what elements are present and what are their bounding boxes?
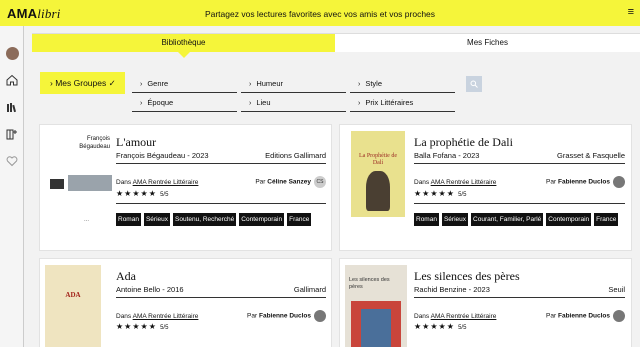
- book-author-year: Rachid Benzine - 2023: [414, 285, 490, 294]
- book-card[interactable]: ADA Ada Antoine Bello - 2016 Gallimard D…: [39, 258, 332, 347]
- filter-genre[interactable]: › Genre: [132, 77, 237, 93]
- reviewer-avatar: CS: [314, 176, 326, 188]
- reviewer-avatar: [613, 310, 625, 322]
- group-link[interactable]: AMA Rentrée Littéraire: [133, 313, 199, 320]
- tag[interactable]: France: [594, 213, 619, 226]
- book-publisher: Seuil: [608, 285, 625, 294]
- tab-bibliotheque[interactable]: Bibliothèque: [32, 34, 335, 52]
- divider: [414, 163, 625, 164]
- tag-list: Roman Sérieux Courant, Familier, Parlé C…: [414, 213, 627, 226]
- tag[interactable]: Sérieux: [143, 213, 171, 226]
- book-cover: ADA: [45, 265, 101, 347]
- tag[interactable]: France: [287, 213, 312, 226]
- mes-groupes-button[interactable]: › Mes Groupes ✓: [40, 72, 125, 94]
- book-card[interactable]: Les silences des pères Les silences des …: [339, 258, 632, 347]
- library-icon[interactable]: [5, 100, 19, 114]
- book-publisher: Editions Gallimard: [265, 151, 326, 160]
- sidebar: [0, 26, 24, 347]
- reviewer-avatar: [314, 310, 326, 322]
- book-cover: Les silences des pères: [345, 265, 407, 347]
- group-link[interactable]: AMA Rentrée Littéraire: [431, 313, 497, 320]
- tag[interactable]: Roman: [116, 213, 141, 226]
- book-cover: La Prophétie de Dalí: [351, 131, 405, 217]
- search-icon: [470, 80, 478, 88]
- home-icon[interactable]: [5, 73, 19, 87]
- chevron-down-icon: ✓: [108, 78, 116, 88]
- book-author-year: François Bégaudeau - 2023: [116, 151, 209, 160]
- group-link[interactable]: AMA Rentrée Littéraire: [133, 179, 199, 186]
- tagline: Partagez vos lectures favorites avec vos…: [204, 9, 436, 19]
- reviewer-name: Fabienne Duclos: [258, 312, 311, 320]
- chevron-right-icon: ›: [50, 78, 53, 88]
- divider: [414, 297, 625, 298]
- add-book-icon[interactable]: [5, 127, 19, 141]
- heart-icon[interactable]: [5, 154, 19, 168]
- book-publisher: Grasset & Fasquelle: [557, 151, 625, 160]
- filter-prix[interactable]: › Prix Littéraires: [350, 96, 455, 112]
- book-title[interactable]: L'amour: [116, 135, 156, 150]
- book-author-year: Antoine Bello - 2016: [116, 285, 184, 294]
- rating-stars: ★★★★★ 5/5: [414, 322, 467, 331]
- reviewer-name: Fabienne Duclos: [557, 178, 610, 186]
- book-publisher: Gallimard: [293, 285, 326, 294]
- filter-lieu[interactable]: › Lieu: [241, 96, 346, 112]
- tab-bar: Bibliothèque Mes Fiches: [32, 33, 640, 52]
- filter-humeur[interactable]: › Humeur: [241, 77, 346, 93]
- hamburger-icon[interactable]: ≡: [628, 6, 634, 18]
- rating-stars: ★★★★★ 5/5: [116, 322, 169, 331]
- book-title[interactable]: Ada: [116, 269, 136, 284]
- divider: [116, 297, 326, 298]
- search-button[interactable]: [466, 76, 482, 92]
- book-title[interactable]: Les silences des pères: [414, 269, 520, 284]
- tag[interactable]: Soutenu, Recherché: [173, 213, 237, 226]
- active-tab-indicator: [177, 51, 191, 58]
- tag[interactable]: Roman: [414, 213, 439, 226]
- tag-list: Roman Sérieux Soutenu, Recherché Contemp…: [116, 213, 328, 226]
- reviewer-name: Céline Sanzey: [267, 178, 311, 186]
- rating-stars: ★★★★★ 5/5: [414, 189, 467, 198]
- group-link[interactable]: AMA Rentrée Littéraire: [431, 179, 497, 186]
- top-bar: AMAlibri Partagez vos lectures favorites…: [0, 0, 640, 26]
- reviewer-avatar: [613, 176, 625, 188]
- divider: [116, 203, 326, 204]
- book-author-year: Balla Fofana - 2023: [414, 151, 480, 160]
- tag[interactable]: Courant, Familier, Parlé: [471, 213, 544, 226]
- tag[interactable]: Sérieux: [441, 213, 469, 226]
- tag[interactable]: Contemporain: [546, 213, 592, 226]
- reviewer-name: Fabienne Duclos: [557, 312, 610, 320]
- book-card[interactable]: François Bégaudeau ... L'amour François …: [39, 124, 332, 251]
- book-cover: François Bégaudeau ...: [44, 131, 112, 223]
- avatar[interactable]: [5, 46, 19, 60]
- book-card[interactable]: La Prophétie de Dalí La prophétie de Dal…: [339, 124, 632, 251]
- divider: [116, 163, 326, 164]
- tag[interactable]: Contemporain: [239, 213, 285, 226]
- tab-mes-fiches[interactable]: Mes Fiches: [335, 34, 640, 52]
- rating-stars: ★★★★★ 5/5: [116, 189, 169, 198]
- divider: [414, 203, 625, 204]
- filter-epoque[interactable]: › Époque: [132, 96, 237, 112]
- filter-style[interactable]: › Style: [350, 77, 455, 93]
- book-title[interactable]: La prophétie de Dali: [414, 135, 513, 150]
